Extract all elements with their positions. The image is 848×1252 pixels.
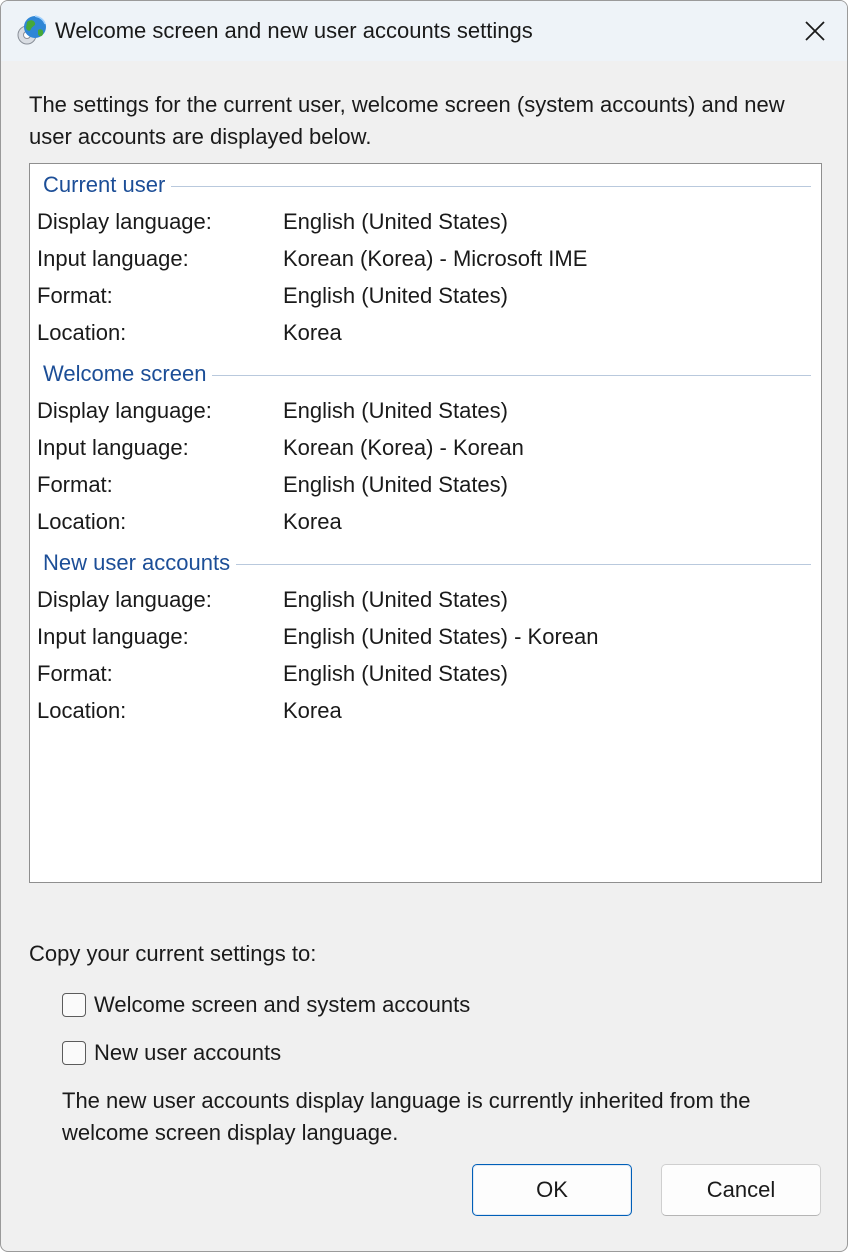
inheritance-note: The new user accounts display language i… bbox=[62, 1088, 751, 1145]
group-divider bbox=[171, 185, 811, 187]
title-bar[interactable]: Welcome screen and new user accounts set… bbox=[1, 1, 847, 61]
welcome-screen-checkbox[interactable] bbox=[62, 993, 86, 1017]
setting-label: Format: bbox=[37, 283, 113, 308]
intro-text: The settings for the current user, welco… bbox=[29, 92, 785, 149]
setting-label: Location: bbox=[37, 698, 127, 723]
ok-button[interactable]: OK bbox=[472, 1164, 632, 1216]
dialog-window: Welcome screen and new user accounts set… bbox=[0, 0, 848, 1252]
setting-value: Korea bbox=[283, 320, 342, 345]
group-title: Welcome screen bbox=[43, 361, 207, 386]
setting-value: Korean (Korea) - Korean bbox=[283, 435, 524, 460]
setting-label: Input language: bbox=[37, 435, 189, 460]
cancel-button[interactable]: Cancel bbox=[661, 1164, 821, 1216]
setting-label: Display language: bbox=[37, 587, 212, 612]
copy-settings-label: Copy your current settings to: bbox=[29, 941, 317, 966]
setting-value: Korea bbox=[283, 509, 342, 534]
setting-value: English (United States) bbox=[283, 472, 508, 497]
new-user-accounts-checkbox-row[interactable]: New user accounts bbox=[62, 1037, 281, 1069]
close-icon bbox=[805, 21, 825, 41]
group-welcome-screen-header: Welcome screen bbox=[43, 360, 811, 388]
setting-value: English (United States) bbox=[283, 283, 508, 308]
setting-label: Format: bbox=[37, 661, 113, 686]
setting-value: English (United States) - Korean bbox=[283, 624, 599, 649]
setting-label: Format: bbox=[37, 472, 113, 497]
setting-value: Korea bbox=[283, 698, 342, 723]
setting-label: Location: bbox=[37, 509, 127, 534]
setting-label: Display language: bbox=[37, 398, 212, 423]
setting-value: Korean (Korea) - Microsoft IME bbox=[283, 246, 588, 271]
checkbox-label[interactable]: Welcome screen and system accounts bbox=[94, 992, 470, 1018]
setting-value: English (United States) bbox=[283, 587, 508, 612]
setting-label: Location: bbox=[37, 320, 127, 345]
setting-value: English (United States) bbox=[283, 209, 508, 234]
setting-value: English (United States) bbox=[283, 661, 508, 686]
checkbox-label[interactable]: New user accounts bbox=[94, 1040, 281, 1066]
setting-value: English (United States) bbox=[283, 398, 508, 423]
window-title: Welcome screen and new user accounts set… bbox=[55, 18, 533, 43]
group-divider bbox=[236, 563, 811, 565]
welcome-screen-checkbox-row[interactable]: Welcome screen and system accounts bbox=[62, 989, 470, 1021]
group-new-user-accounts-header: New user accounts bbox=[43, 549, 811, 577]
setting-label: Input language: bbox=[37, 624, 189, 649]
group-title: Current user bbox=[43, 172, 166, 197]
setting-label: Input language: bbox=[37, 246, 189, 271]
group-divider bbox=[212, 374, 811, 376]
group-current-user-header: Current user bbox=[43, 171, 811, 199]
close-button[interactable] bbox=[793, 9, 837, 53]
settings-panel: Current user Display language: English (… bbox=[29, 163, 822, 883]
group-title: New user accounts bbox=[43, 550, 231, 575]
setting-label: Display language: bbox=[37, 209, 212, 234]
new-user-accounts-checkbox[interactable] bbox=[62, 1041, 86, 1065]
globe-icon bbox=[17, 15, 46, 45]
